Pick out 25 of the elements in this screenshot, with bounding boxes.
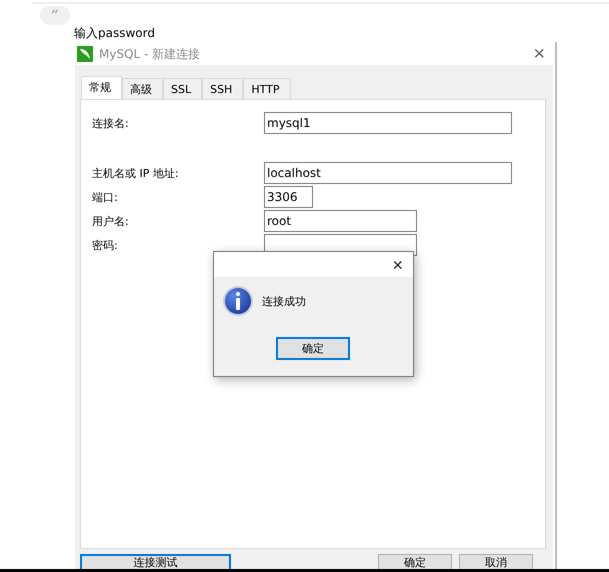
input-field[interactable]: root [264, 210, 417, 232]
tab[interactable]: SSL [163, 78, 202, 99]
close-button[interactable]: × [525, 44, 553, 64]
message-text: 连接成功 [262, 294, 306, 308]
field-label: 连接名: [91, 116, 130, 130]
field-label: 端口: [91, 190, 119, 204]
field-label: 用户名: [91, 214, 130, 228]
quote-bubble: “ [40, 6, 70, 25]
info-icon [222, 285, 254, 317]
field-label: 主机名或 IP 地址: [91, 166, 180, 180]
tab[interactable]: SSH [202, 78, 244, 99]
input-field[interactable]: mysql1 [264, 112, 512, 134]
ok-button[interactable]: 确定 [276, 337, 350, 360]
tab[interactable]: HTTP [243, 78, 290, 99]
dialog-button[interactable]: 取消 [459, 554, 533, 569]
dialog-button[interactable]: 确定 [378, 554, 452, 569]
tab[interactable]: 高级 [122, 78, 163, 99]
window-title: MySQL - 新建连接 [99, 46, 200, 62]
tab[interactable]: 常规 [81, 76, 122, 99]
input-field[interactable]: 3306 [264, 186, 313, 208]
heading: 输入password [74, 25, 155, 42]
dialog-button[interactable]: 连接测试 [80, 554, 231, 569]
field-label: 密码: [91, 238, 119, 252]
close-button[interactable]: × [382, 252, 413, 277]
input-field[interactable]: localhost [264, 162, 512, 184]
